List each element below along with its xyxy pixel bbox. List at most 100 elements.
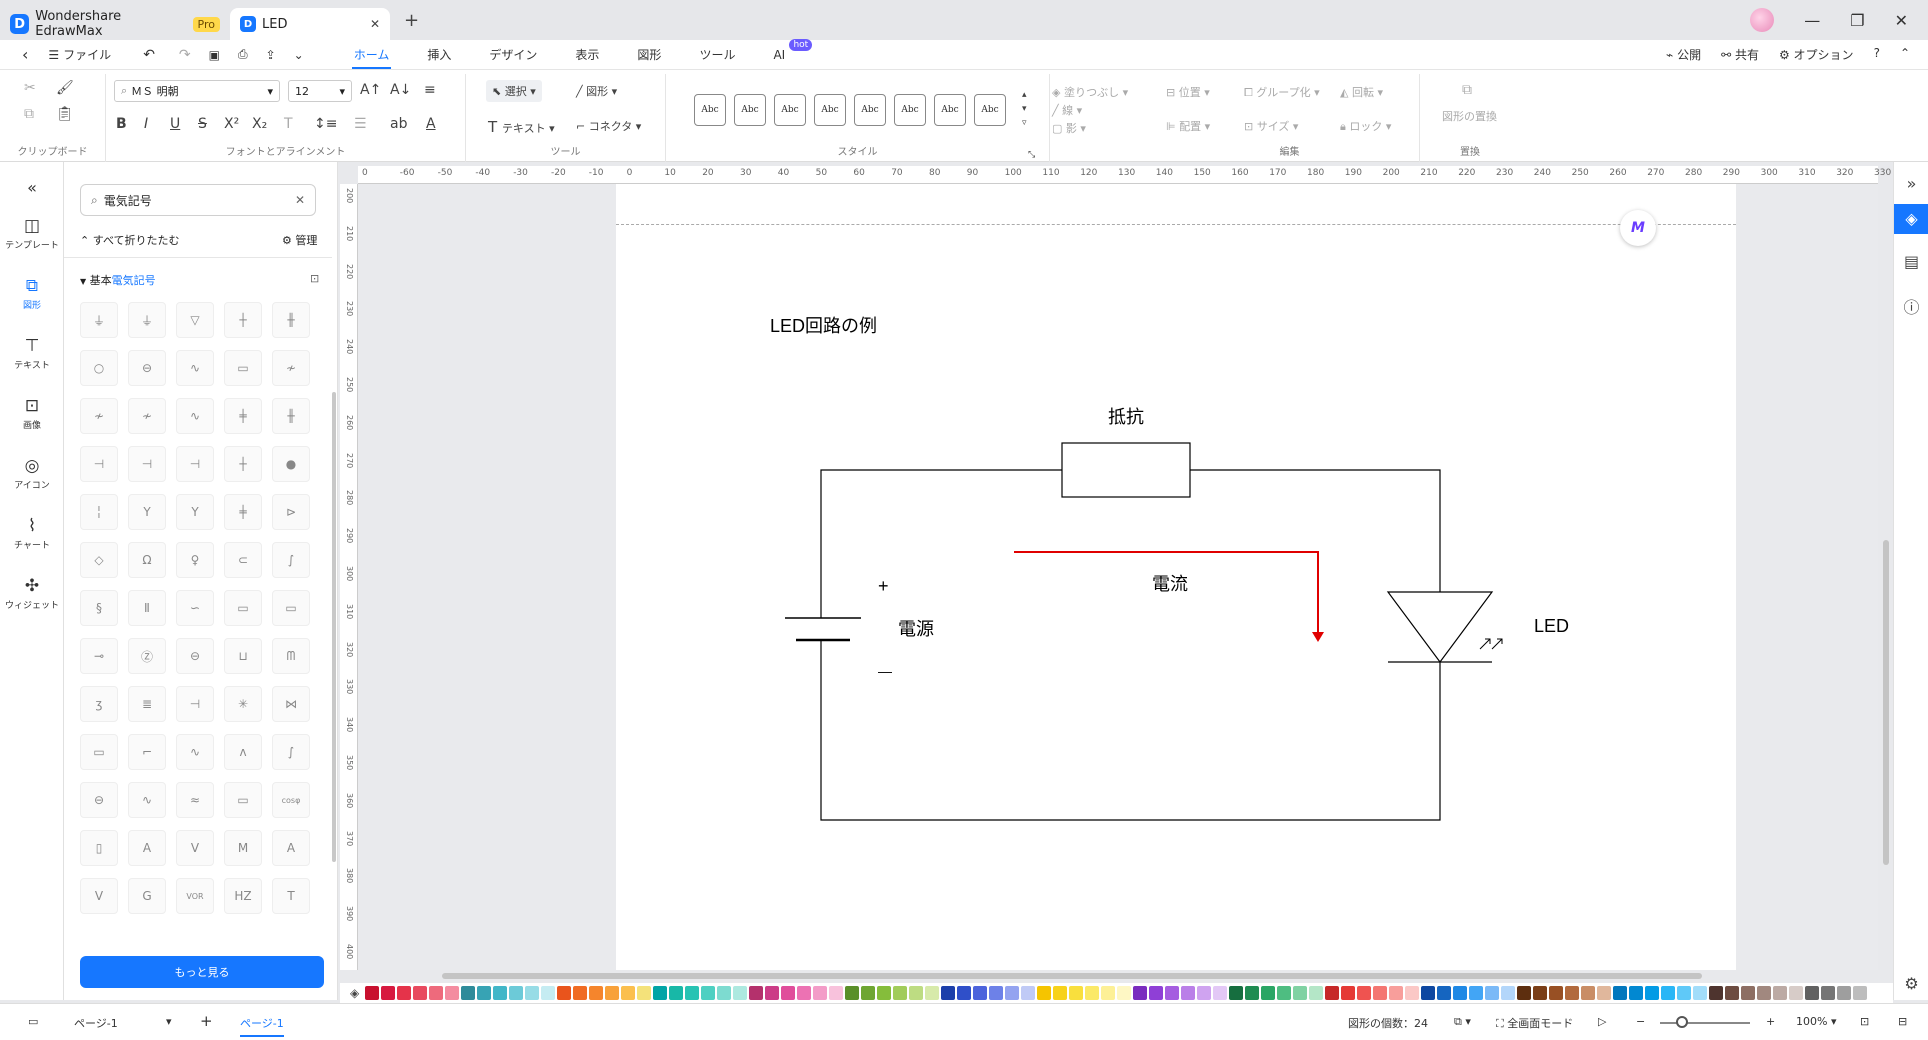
fill-bucket-icon[interactable]: ◈ xyxy=(350,986,359,1000)
horizontal-scrollbar[interactable] xyxy=(442,973,1702,979)
symbol-item[interactable]: ⊖ xyxy=(128,350,166,386)
color-swatch[interactable] xyxy=(1069,986,1084,1000)
expand-style-icon[interactable]: ⤡ xyxy=(1028,150,1035,160)
symbol-item[interactable]: ⏚ xyxy=(128,302,166,338)
symbol-item[interactable]: ∫ xyxy=(272,542,310,578)
tab-home[interactable]: ホーム xyxy=(351,40,391,70)
style-scroll-icon[interactable]: ▴ ▾ ▿ xyxy=(1022,88,1027,130)
symbol-item[interactable]: ▭ xyxy=(224,350,262,386)
font-color-icon[interactable]: A xyxy=(426,116,436,132)
color-swatch[interactable] xyxy=(989,986,1004,1000)
color-swatch[interactable] xyxy=(877,986,892,1000)
color-swatch[interactable] xyxy=(1405,986,1420,1000)
bold-icon[interactable]: B xyxy=(116,116,127,132)
zoom-in-button[interactable]: + xyxy=(1766,1015,1775,1028)
symbol-item[interactable]: ▯ xyxy=(80,830,118,866)
more-button[interactable]: もっと見る xyxy=(80,956,324,988)
color-swatch[interactable] xyxy=(1213,986,1228,1000)
share-button[interactable]: ⚯ 共有 xyxy=(1721,46,1759,63)
color-swatch[interactable] xyxy=(1309,986,1324,1000)
color-swatch[interactable] xyxy=(653,986,668,1000)
color-swatch[interactable] xyxy=(845,986,860,1000)
color-swatch[interactable] xyxy=(525,986,540,1000)
minimize-button[interactable]: — xyxy=(1804,11,1820,30)
symbol-item[interactable]: ╫ xyxy=(272,398,310,434)
symbol-item[interactable]: ⊂ xyxy=(224,542,262,578)
page-select[interactable]: ページ-1 xyxy=(74,1015,118,1031)
symbol-item[interactable]: ⊣ xyxy=(128,446,166,482)
line-button[interactable]: ╱ 線 ▾ xyxy=(1052,102,1082,118)
symbol-item[interactable]: A xyxy=(128,830,166,866)
export-library-icon[interactable]: ⊡ xyxy=(310,272,319,285)
library-scrollbar[interactable] xyxy=(332,392,336,862)
color-swatch[interactable] xyxy=(1597,986,1612,1000)
sidebar-item-text[interactable]: ⊤ テキスト xyxy=(0,336,64,371)
color-swatch[interactable] xyxy=(1741,986,1756,1000)
collapse-panel-icon[interactable]: « xyxy=(0,178,64,197)
resistor-label[interactable]: 抵抗 xyxy=(1108,407,1144,427)
category-header[interactable]: ▼ 基本電気記号 xyxy=(80,272,156,288)
new-tab-button[interactable]: + xyxy=(404,10,419,31)
color-swatch[interactable] xyxy=(941,986,956,1000)
sidebar-item-chart[interactable]: ⌇ チャート xyxy=(0,516,64,551)
document-tab-led[interactable]: D LED ✕ xyxy=(230,8,390,40)
symbol-item[interactable]: Ⓩ xyxy=(128,638,166,674)
color-swatch[interactable] xyxy=(1773,986,1788,1000)
italic-icon[interactable]: I xyxy=(144,116,148,132)
current-label[interactable]: 電流 xyxy=(1152,574,1188,594)
led-triangle[interactable] xyxy=(1386,591,1494,664)
color-swatch[interactable] xyxy=(1133,986,1148,1000)
style-preset-4[interactable]: Abc xyxy=(814,94,846,126)
color-swatch[interactable] xyxy=(429,986,444,1000)
text-highlight-icon[interactable]: ab xyxy=(390,116,407,132)
settings-gear-icon[interactable]: ⚙ xyxy=(1894,974,1928,993)
symbol-item[interactable]: ▽ xyxy=(176,302,214,338)
help-circle-icon[interactable]: ⓘ xyxy=(1894,294,1928,318)
select-tool[interactable]: ⬉ 選択 ▾ xyxy=(486,80,542,102)
fullscreen-button[interactable]: ⛶ 全画面モード xyxy=(1496,1015,1573,1031)
color-swatch[interactable] xyxy=(1181,986,1196,1000)
page-properties-icon[interactable]: ▤ xyxy=(1894,252,1928,271)
export-icon[interactable]: ⇪ xyxy=(266,48,276,62)
color-swatch[interactable] xyxy=(893,986,908,1000)
symbol-item[interactable]: ⌐ xyxy=(128,734,166,770)
style-preset-3[interactable]: Abc xyxy=(774,94,806,126)
align-button[interactable]: ⊫ 配置 ▾ xyxy=(1166,118,1210,134)
symbol-item[interactable]: Ⅱ xyxy=(128,590,166,626)
symbol-item[interactable]: ╪ xyxy=(224,494,262,530)
color-swatch[interactable] xyxy=(781,986,796,1000)
style-preset-7[interactable]: Abc xyxy=(934,94,966,126)
color-swatch[interactable] xyxy=(1261,986,1276,1000)
symbol-item[interactable]: V xyxy=(176,830,214,866)
symbol-item[interactable]: ᗰ xyxy=(272,638,310,674)
more-quick-icon[interactable]: ⌄ xyxy=(294,48,304,62)
color-swatch[interactable] xyxy=(1629,986,1644,1000)
color-swatch[interactable] xyxy=(1101,986,1116,1000)
symbol-item[interactable]: ╪ xyxy=(224,398,262,434)
symbol-item[interactable]: ╎ xyxy=(80,494,118,530)
color-swatch[interactable] xyxy=(381,986,396,1000)
color-swatch[interactable] xyxy=(1357,986,1372,1000)
color-swatch[interactable] xyxy=(461,986,476,1000)
style-preset-8[interactable]: Abc xyxy=(974,94,1006,126)
color-swatch[interactable] xyxy=(605,986,620,1000)
color-swatch[interactable] xyxy=(973,986,988,1000)
symbol-item[interactable]: cosφ xyxy=(272,782,310,818)
ai-assistant-icon[interactable]: M xyxy=(1620,210,1656,246)
color-swatch[interactable] xyxy=(557,986,572,1000)
redo-icon[interactable]: ↷ xyxy=(179,47,191,63)
color-swatch[interactable] xyxy=(1293,986,1308,1000)
fill-button[interactable]: ◈ 塗りつぶし ▾ xyxy=(1052,84,1128,100)
color-swatch[interactable] xyxy=(685,986,700,1000)
style-panel-icon[interactable]: ◈ xyxy=(1894,204,1928,234)
symbol-item[interactable]: ● xyxy=(272,446,310,482)
symbol-item[interactable]: ⋈ xyxy=(272,686,310,722)
play-icon[interactable]: ▷ xyxy=(1598,1015,1606,1028)
tab-view[interactable]: 表示 xyxy=(575,40,599,70)
color-swatch[interactable] xyxy=(573,986,588,1000)
symbol-item[interactable]: ◇ xyxy=(80,542,118,578)
symbol-item[interactable]: ▭ xyxy=(80,734,118,770)
shape-tool[interactable]: ╱ 図形 ▾ xyxy=(576,83,617,99)
color-swatch[interactable] xyxy=(1837,986,1852,1000)
close-tab-icon[interactable]: ✕ xyxy=(370,17,380,31)
